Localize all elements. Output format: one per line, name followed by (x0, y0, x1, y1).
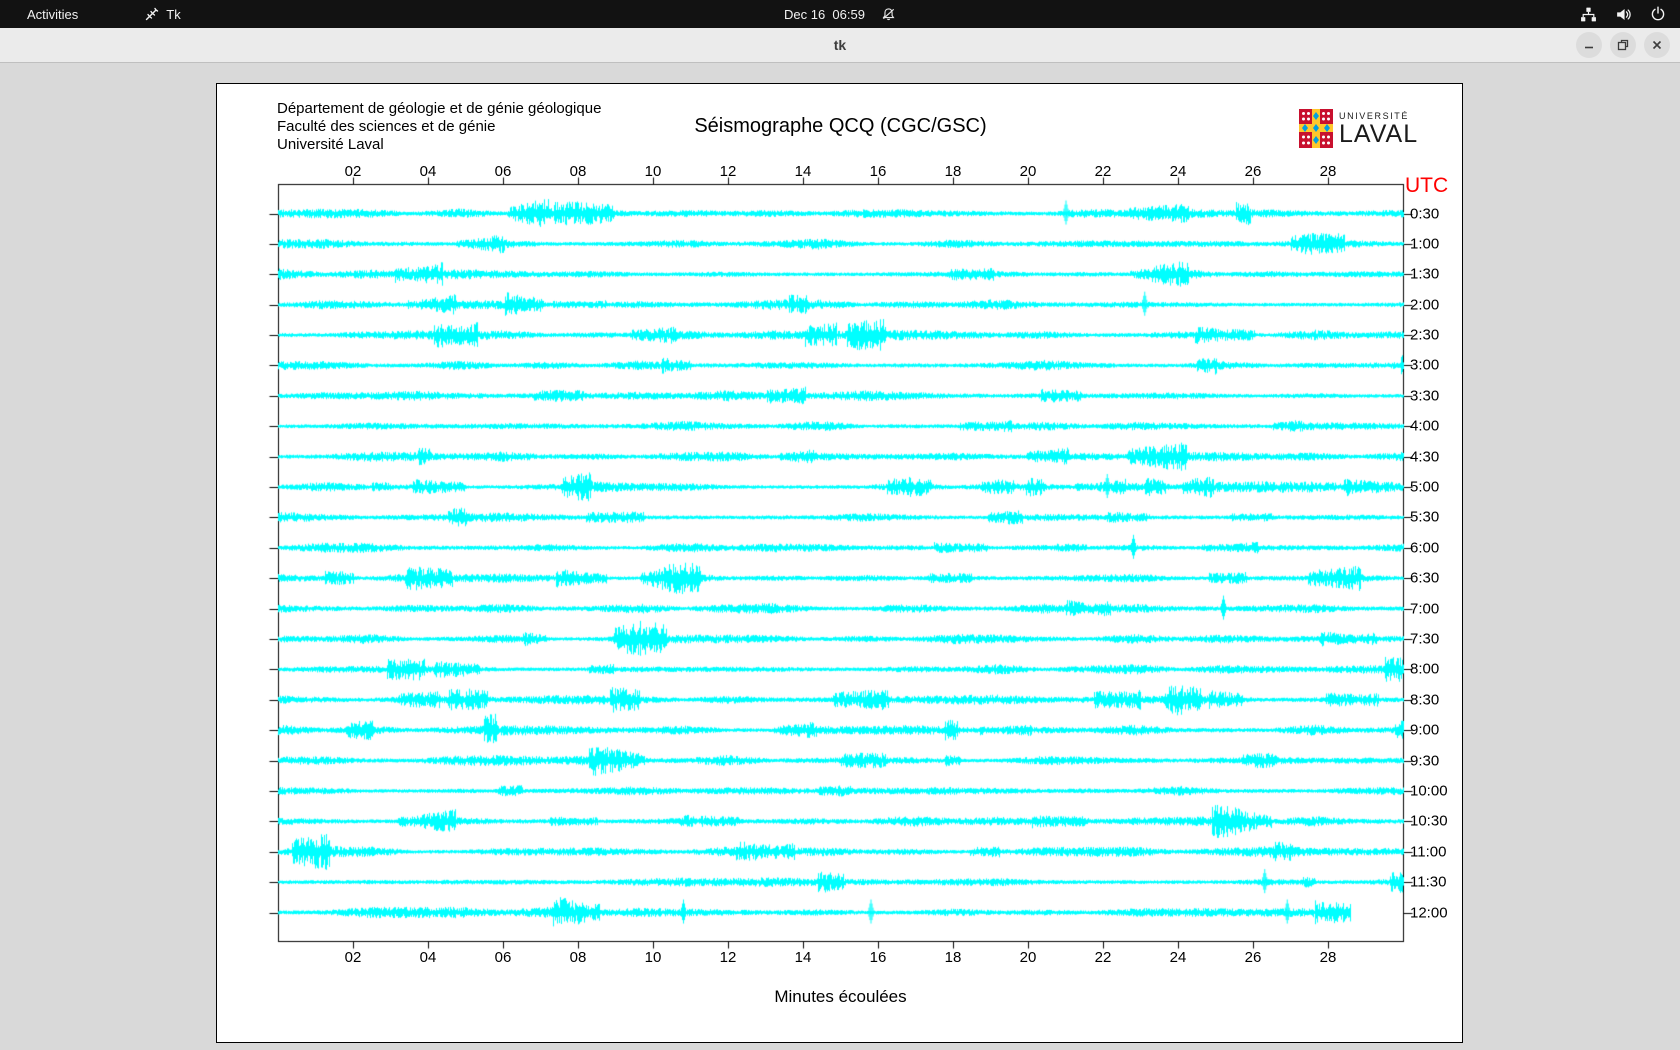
trace-time-label: 6:30 (1410, 569, 1440, 587)
seismogram-plot (217, 84, 1462, 1042)
x-tick-label-bottom: 14 (794, 949, 812, 966)
laval-shield-icon (1299, 109, 1333, 153)
x-tick-label-bottom: 16 (869, 949, 887, 966)
trace-time-label: 2:30 (1410, 326, 1440, 344)
x-tick-label-top: 18 (944, 163, 962, 180)
focused-app-indicator[interactable]: Tk (144, 0, 181, 28)
x-tick-label-bottom: 26 (1244, 949, 1262, 966)
x-tick-label-top: 24 (1169, 163, 1187, 180)
utc-axis-label: UTC (1405, 174, 1449, 197)
seismograph-canvas: Département de géologie et de génie géol… (216, 83, 1463, 1043)
x-tick-label-top: 22 (1094, 163, 1112, 180)
trace-time-label: 2:00 (1410, 296, 1440, 314)
x-tick-label-bottom: 18 (944, 949, 962, 966)
tk-window-content: Département de géologie et de génie géol… (0, 63, 1680, 1050)
x-tick-label-top: 12 (719, 163, 737, 180)
app-indicator-label: Tk (166, 6, 181, 22)
trace-time-label: 4:00 (1410, 417, 1440, 435)
trace-time-label: 5:00 (1410, 478, 1440, 496)
gnome-top-bar: Activities Tk Dec 16 06:59 (0, 0, 1680, 28)
trace-time-label: 11:30 (1410, 873, 1447, 891)
x-tick-label-bottom: 22 (1094, 949, 1112, 966)
trace-time-label: 8:30 (1410, 691, 1440, 709)
plot-title: Séismographe QCQ (CGC/GSC) (694, 115, 987, 137)
x-tick-label-bottom: 04 (419, 949, 437, 966)
trace-time-label: 1:30 (1410, 265, 1440, 283)
x-tick-label-bottom: 24 (1169, 949, 1187, 966)
x-tick-label-top: 26 (1244, 163, 1262, 180)
x-tick-label-bottom: 06 (494, 949, 512, 966)
trace-time-label: 10:30 (1410, 812, 1448, 830)
universite-laval-logo: UNIVERSITÉ LAVAL (1299, 109, 1418, 153)
minimize-button[interactable] (1576, 32, 1602, 58)
trace-time-label: 12:00 (1410, 904, 1448, 921)
notifications-muted-icon (881, 7, 896, 22)
window-titlebar[interactable]: tk (0, 28, 1680, 63)
tk-feather-icon (144, 7, 159, 22)
x-axis-title: Minutes écoulées (774, 987, 907, 1006)
x-tick-label-top: 04 (419, 163, 437, 180)
x-tick-label-top: 20 (1019, 163, 1037, 180)
x-tick-label-top: 10 (644, 163, 662, 180)
trace-time-label: 3:00 (1410, 356, 1440, 374)
trace-time-label: 10:00 (1410, 782, 1448, 800)
clock-menu[interactable]: Dec 16 06:59 (784, 0, 896, 28)
volume-icon (1615, 6, 1632, 23)
maximize-button[interactable] (1610, 32, 1636, 58)
trace-time-label: 4:30 (1410, 448, 1440, 466)
x-tick-label-bottom: 02 (344, 949, 362, 966)
trace-time-label: 0:30 (1410, 205, 1440, 222)
x-tick-label-bottom: 20 (1019, 949, 1037, 966)
x-tick-label-bottom: 28 (1319, 949, 1337, 966)
trace-time-label: 11:00 (1410, 843, 1447, 861)
x-tick-label-top: 06 (494, 163, 512, 180)
x-tick-label-top: 16 (869, 163, 887, 180)
trace-time-label: 1:00 (1410, 235, 1440, 253)
x-tick-label-top: 28 (1319, 163, 1337, 180)
trace-time-label: 7:00 (1410, 600, 1440, 618)
trace-time-label: 9:30 (1410, 752, 1440, 770)
clock-label: Dec 16 06:59 (784, 6, 865, 22)
trace-time-label: 5:30 (1410, 508, 1440, 526)
close-button[interactable] (1644, 32, 1670, 58)
x-tick-label-top: 02 (344, 163, 362, 180)
system-status-area[interactable] (1580, 0, 1666, 28)
trace-time-label: 3:30 (1410, 387, 1440, 405)
trace-time-label: 7:30 (1410, 630, 1440, 648)
x-tick-label-top: 08 (569, 163, 587, 180)
network-wired-icon (1580, 6, 1597, 23)
x-tick-label-bottom: 12 (719, 949, 737, 966)
power-icon (1650, 6, 1666, 22)
activities-button[interactable]: Activities (0, 0, 96, 28)
logo-laval-text: LAVAL (1339, 120, 1419, 148)
trace-time-label: 8:00 (1410, 660, 1440, 678)
x-tick-label-top: 14 (794, 163, 812, 180)
window-title: tk (833, 37, 847, 53)
x-tick-label-bottom: 10 (644, 949, 662, 966)
x-tick-label-bottom: 08 (569, 949, 587, 966)
trace-time-label: 9:00 (1410, 721, 1440, 739)
trace-time-label: 6:00 (1410, 539, 1440, 557)
